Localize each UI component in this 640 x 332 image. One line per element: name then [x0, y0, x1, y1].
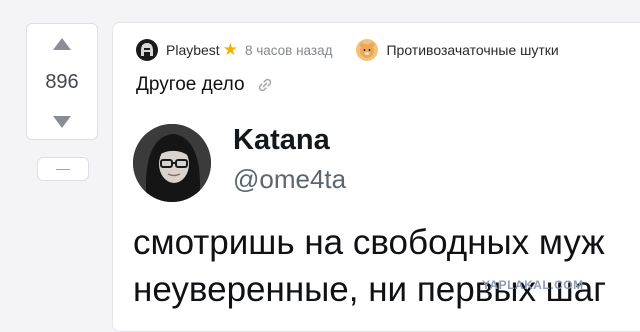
collapse-button[interactable]: — [37, 157, 89, 181]
author-avatar[interactable] [136, 39, 158, 61]
post-meta: Playbest ★ 8 часов назад Противозачаточн… [136, 39, 559, 61]
upvote-arrow-icon[interactable] [53, 38, 71, 50]
star-icon: ★ [222, 40, 238, 59]
tweet-avatar [133, 124, 211, 202]
tweet-display-name: Katana [233, 124, 330, 156]
watermark: YAPLAKAL.COM [482, 278, 584, 292]
link-icon[interactable] [257, 77, 273, 93]
community-icon[interactable] [356, 39, 379, 61]
tweet-text-line: смотришь на свободных муж [133, 223, 605, 262]
vote-panel: 896 [26, 23, 98, 140]
post-time[interactable]: 8 часов назад [245, 43, 333, 58]
helmet-icon [141, 43, 153, 56]
author-name[interactable]: Playbest [166, 42, 220, 58]
bear-face-icon [359, 42, 375, 58]
community-name[interactable]: Противозачаточные шутки [386, 42, 558, 58]
post-title[interactable]: Другое дело [136, 74, 245, 96]
tweet-handle: @ome4ta [233, 164, 347, 194]
post-title-row: Другое дело [136, 74, 273, 96]
profile-photo-icon [133, 124, 211, 202]
vote-count: 896 [45, 71, 79, 93]
downvote-arrow-icon[interactable] [53, 116, 71, 128]
